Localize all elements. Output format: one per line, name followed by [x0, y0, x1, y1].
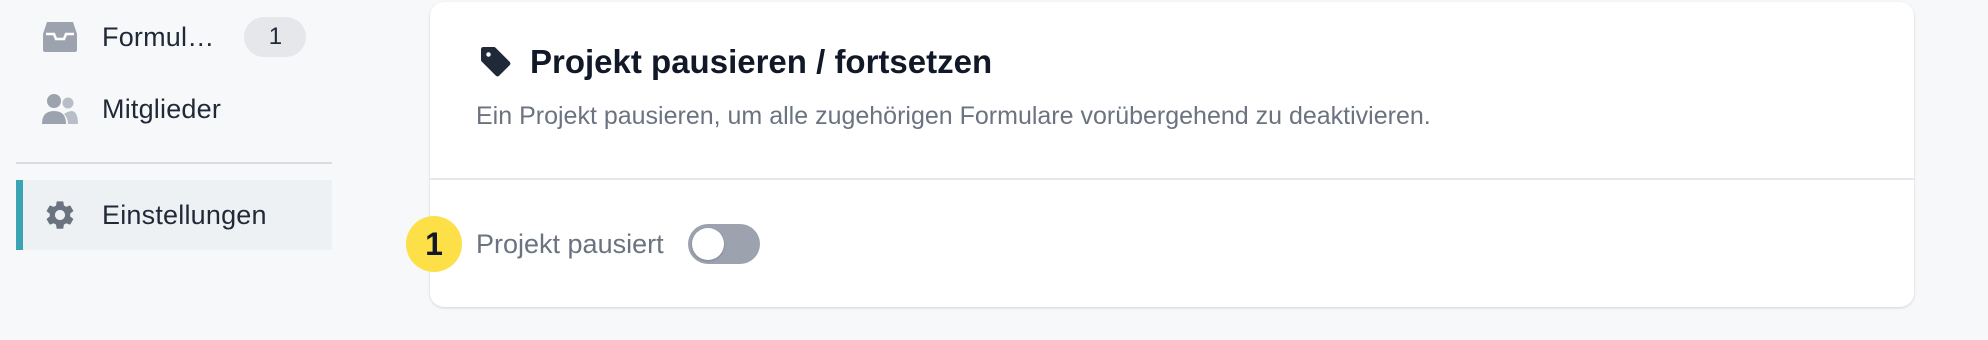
sidebar: Formul… 1 Mitglieder Einstellungen	[0, 0, 340, 340]
card-description: Ein Projekt pausieren, um alle zugehörig…	[476, 102, 1431, 130]
card-title: Projekt pausieren / fortsetzen	[530, 43, 993, 80]
pause-toggle-switch[interactable]	[687, 224, 760, 264]
sidebar-item-label: Mitglieder	[102, 93, 222, 124]
users-icon	[40, 89, 80, 129]
pause-project-card: Projekt pausieren / fortsetzen Ein Proje…	[430, 2, 1914, 307]
sidebar-item-label: Einstellungen	[102, 199, 267, 230]
pause-toggle-row: Projekt pausiert	[476, 224, 760, 264]
sidebar-divider	[16, 162, 332, 164]
card-title-row: Projekt pausieren / fortsetzen	[476, 42, 992, 82]
card-header: Projekt pausieren / fortsetzen Ein Proje…	[430, 2, 1914, 180]
tag-icon	[476, 42, 516, 82]
count-badge: 1	[244, 17, 307, 57]
inbox-icon	[40, 17, 80, 57]
sidebar-item-forms[interactable]: Formul… 1	[16, 2, 332, 72]
gear-icon	[40, 195, 80, 235]
pause-toggle-label: Projekt pausiert	[476, 228, 664, 259]
step-marker: 1	[406, 216, 462, 272]
sidebar-item-label: Formul…	[102, 21, 215, 52]
toggle-knob	[691, 228, 724, 260]
sidebar-item-members[interactable]: Mitglieder	[16, 74, 332, 144]
sidebar-item-settings[interactable]: Einstellungen	[16, 180, 332, 250]
